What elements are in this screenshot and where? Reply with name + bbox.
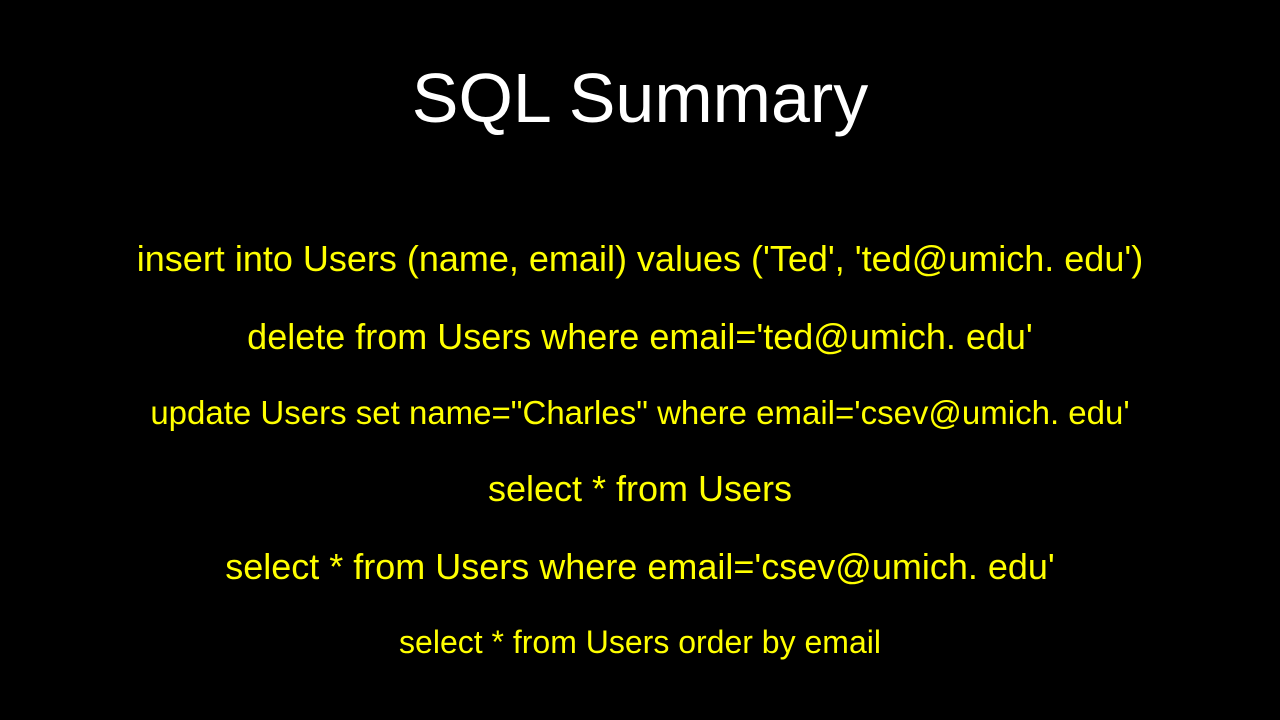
presentation-slide: SQL Summary insert into Users (name, ema… bbox=[0, 0, 1280, 720]
sql-update-statement: update Users set name="Charles" where em… bbox=[150, 394, 1129, 432]
sql-select-where-statement: select * from Users where email='csev@um… bbox=[225, 546, 1055, 588]
sql-select-order-statement: select * from Users order by email bbox=[399, 624, 881, 661]
sql-delete-statement: delete from Users where email='ted@umich… bbox=[247, 316, 1033, 358]
slide-title: SQL Summary bbox=[412, 58, 868, 138]
sql-insert-statement: insert into Users (name, email) values (… bbox=[137, 238, 1143, 280]
sql-select-all-statement: select * from Users bbox=[488, 468, 792, 510]
sql-statements-container: insert into Users (name, email) values (… bbox=[0, 238, 1280, 661]
